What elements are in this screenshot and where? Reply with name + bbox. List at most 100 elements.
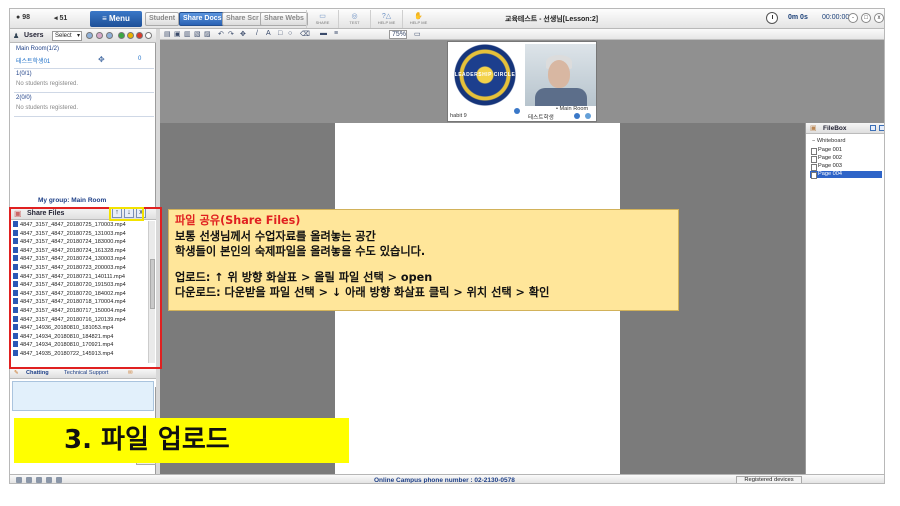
filebox-view-icon[interactable] xyxy=(870,125,876,131)
undo-icon[interactable]: ↶ xyxy=(218,30,224,38)
test-icon: ◎ xyxy=(351,13,358,20)
close-button[interactable]: x xyxy=(874,13,884,23)
settings-icon[interactable] xyxy=(46,477,52,483)
mic-icon[interactable] xyxy=(96,32,103,39)
student-status-icon: ✥ xyxy=(98,55,105,64)
chat-input[interactable] xyxy=(12,381,154,411)
hand-icon[interactable] xyxy=(106,32,113,39)
teacher-camera xyxy=(525,44,596,106)
maximize-button[interactable]: □ xyxy=(861,13,871,23)
monitor-icon[interactable] xyxy=(16,477,22,483)
record-icon[interactable] xyxy=(56,477,62,483)
step-label: 3. 파일 업로드 xyxy=(14,418,349,463)
my-group-label: My group: Main Room xyxy=(38,197,107,204)
video-box: LEADERSHIP CIRCLE HABIT 9 • Main Room ha… xyxy=(447,41,597,140)
zoom-select[interactable]: 75% xyxy=(389,30,407,39)
room-separator xyxy=(14,116,154,117)
signal-stat: ◂ 51 xyxy=(54,15,68,22)
eraser-icon[interactable]: ⌫ xyxy=(300,30,310,38)
chat-tabs: ✎ Chatting Technical Support ✉ xyxy=(10,368,156,379)
users-select[interactable]: Select xyxy=(52,31,82,41)
video-status-icon[interactable] xyxy=(514,108,520,114)
tab-student[interactable]: Student xyxy=(145,12,180,26)
user-icon[interactable] xyxy=(26,477,32,483)
clock-time: 00:00:00 xyxy=(822,14,850,21)
share-files-callout: 파일 공유(Share Files) 보통 선생님께서 수업자료를 올려놓는 공… xyxy=(168,209,679,311)
whiteboard-node[interactable]: − Whiteboard xyxy=(812,138,845,144)
student-entry[interactable]: 테스트학생01 xyxy=(16,56,50,65)
logo-text: LEADERSHIP CIRCLE HABIT 9 xyxy=(454,72,516,140)
help-me-toggle-2[interactable]: ✋ HELP ME xyxy=(402,10,434,28)
users-icon: ♟ xyxy=(13,33,20,40)
alert-icon: ?△ xyxy=(381,13,392,20)
users-label: Users xyxy=(24,32,44,39)
raise-hand-icon[interactable] xyxy=(86,32,93,39)
tab-chatting[interactable]: Chatting xyxy=(26,370,49,376)
callout-line: 학생들이 본인의 숙제파일을 올려놓을 수도 있습니다. xyxy=(175,245,426,258)
filebox-header: ▣ FileBox xyxy=(806,123,884,134)
redo-icon[interactable]: ↷ xyxy=(228,30,234,38)
users-header: ♟ Users Select xyxy=(10,29,156,43)
copy-icon[interactable]: ▧ xyxy=(194,30,201,38)
mic-toggle-icon[interactable] xyxy=(585,113,591,119)
fit-icon[interactable]: ▭ xyxy=(414,30,421,38)
room-1-empty: No students registered. xyxy=(16,81,79,87)
group-icon[interactable] xyxy=(36,477,42,483)
page-item[interactable]: Page 003 xyxy=(810,163,882,171)
menu-button[interactable]: ≡ Menu xyxy=(90,11,142,27)
pen-icon[interactable]: / xyxy=(256,30,258,37)
status-bar: Online Campus phone number : 02-2130-057… xyxy=(10,474,884,483)
status-white-icon[interactable] xyxy=(145,32,152,39)
tab-technical-support[interactable]: Technical Support xyxy=(64,370,108,376)
text-icon[interactable]: A xyxy=(266,30,271,37)
filebox-panel: ▣ FileBox − Whiteboard Page 001 Page 002… xyxy=(805,123,884,474)
chat-icon: ✎ xyxy=(14,370,19,376)
support-icon: ✉ xyxy=(128,370,133,376)
status-yellow-icon[interactable] xyxy=(127,32,134,39)
callout-upload: 업로드: ↑ 위 방향 화살표 > 올릴 파일 선택 > open xyxy=(175,270,433,284)
share-toggle[interactable]: ▭ SHARE xyxy=(306,10,338,28)
room-separator xyxy=(14,68,154,69)
page-item[interactable]: Page 002 xyxy=(810,155,882,163)
room-1[interactable]: 1(0/1) xyxy=(16,71,32,77)
test-toggle[interactable]: ◎ TEST xyxy=(338,10,370,28)
rectangle-icon[interactable]: □ xyxy=(278,30,282,37)
tab-share-screen[interactable]: Share Scr xyxy=(222,12,263,26)
circle-icon[interactable]: ○ xyxy=(288,30,292,37)
cam-body xyxy=(535,88,587,106)
callout-download: 다운로드: 다운받을 파일 선택 > ↓ 아래 방향 화살표 클릭 > 위치 선… xyxy=(175,286,550,299)
save-icon[interactable]: ▣ xyxy=(174,30,181,38)
status-red-icon[interactable] xyxy=(136,32,143,39)
open-icon[interactable]: ▤ xyxy=(164,30,171,38)
help-me-toggle[interactable]: ?△ HELP ME xyxy=(370,10,402,28)
main-room-overlay: • Main Room xyxy=(556,106,589,112)
camera-toggle-icon[interactable] xyxy=(574,113,580,119)
print-icon[interactable]: ▥ xyxy=(184,30,191,38)
color-icon[interactable]: ▬ xyxy=(320,30,327,37)
elapsed-time: 0m 0s xyxy=(788,14,808,21)
cam-face xyxy=(548,60,570,88)
left-video-name: habit 9 xyxy=(450,113,467,119)
room-2-empty: No students registered. xyxy=(16,105,79,111)
line-width-icon[interactable]: ≡ xyxy=(334,30,338,37)
share-icon: ▭ xyxy=(319,13,326,20)
drawing-toolbar: ▤ ▣ ▥ ▧ ▨ ↶ ↷ ✥ / A □ ○ ⌫ ▬ ≡ 75% ▭ xyxy=(160,29,884,40)
student-count: 0 xyxy=(138,56,142,62)
share-files-highlight xyxy=(9,207,162,369)
room-2[interactable]: 2(0/0) xyxy=(16,95,32,101)
room-main[interactable]: Main Room(1/2) xyxy=(16,46,59,52)
status-green-icon[interactable] xyxy=(118,32,125,39)
paste-icon[interactable]: ▨ xyxy=(204,30,211,38)
page-item-selected[interactable]: Page 004 xyxy=(810,171,882,179)
tab-share-docs[interactable]: Share Docs xyxy=(179,12,226,26)
hand-icon: ✋ xyxy=(414,13,423,20)
registered-devices-button[interactable]: Registered devices xyxy=(736,476,802,483)
move-icon[interactable]: ✥ xyxy=(240,30,246,38)
page-item[interactable]: Page 001 xyxy=(810,147,882,155)
room-separator xyxy=(14,92,154,93)
tab-share-webs[interactable]: Share Webs xyxy=(260,12,308,26)
minimize-button[interactable]: - xyxy=(848,13,858,23)
session-title: 교육테스트 - 선생님[Lesson:2] xyxy=(505,16,599,23)
right-video-name: 테스트학생 xyxy=(528,115,554,121)
filebox-close-icon[interactable] xyxy=(879,125,884,131)
